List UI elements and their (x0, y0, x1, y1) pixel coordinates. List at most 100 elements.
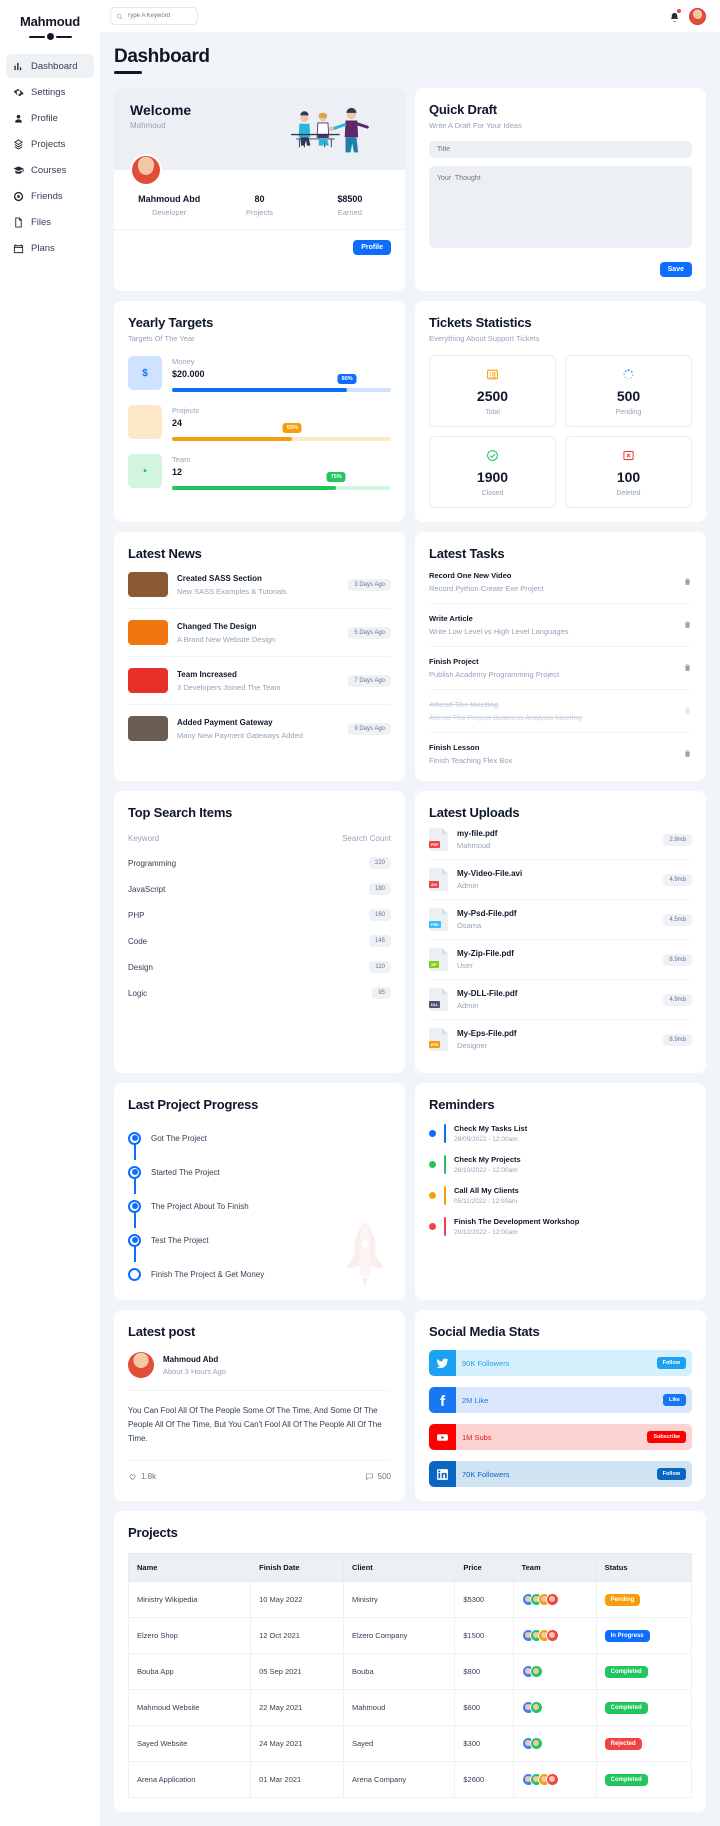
task-item[interactable]: Finish Project Publish Academy Programmin… (429, 647, 692, 690)
social-media-card: Social Media Stats 90K Followers Follow 2M… (415, 1310, 706, 1501)
twitter-icon (429, 1350, 456, 1376)
dashboard-grid: Welcome Mahmoud Mahmoud Abd Developer 80… (100, 74, 720, 1826)
topbar (100, 0, 720, 32)
task-item[interactable]: Attend The Meeting Attend The Project Bus… (429, 690, 692, 733)
news-title: Changed The Design (177, 621, 257, 631)
search-item-row: Design 110 (128, 961, 391, 973)
save-button[interactable]: Save (659, 262, 692, 277)
step-connector (134, 1178, 136, 1194)
target-row: Projects 24 55% (128, 405, 391, 441)
step-dot (128, 1233, 141, 1247)
step-dot (128, 1267, 141, 1281)
sidebar-item-courses[interactable]: Courses (6, 158, 94, 182)
status-badge: Completed (604, 1701, 648, 1714)
welcome-header: Welcome Mahmoud (114, 88, 405, 186)
brand-divider (6, 33, 94, 40)
profile-button[interactable]: Profile (353, 240, 391, 255)
bell-icon[interactable] (669, 8, 681, 23)
task-item[interactable]: Record One New Video Record Python Create… (429, 561, 692, 604)
latest-news-card: Latest News Created SASS Section New SASS… (114, 532, 405, 781)
search-input[interactable] (127, 13, 197, 19)
task-title: Attend The Meeting (429, 700, 499, 709)
news-item[interactable]: Created SASS Section New SASS Examples & … (128, 561, 391, 609)
social-action-button[interactable]: Follow (656, 1357, 686, 1369)
reminder-bar (444, 1186, 446, 1205)
project-team-cell (512, 1689, 597, 1726)
search-item-row: Programming 220 (128, 857, 391, 869)
avatar[interactable] (689, 7, 706, 25)
delete-task-icon[interactable] (683, 573, 692, 591)
post-comments[interactable]: 500 (365, 1472, 391, 1481)
news-title: Added Payment Gateway (177, 717, 273, 727)
sidebar-item-dashboard[interactable]: Dashboard (6, 54, 94, 78)
news-item[interactable]: Added Payment Gateway Many New Payment Ga… (128, 705, 391, 743)
social-action-button[interactable]: Follow (656, 1468, 686, 1480)
target-label: Projects (172, 406, 200, 415)
task-item[interactable]: Write Article Write Low Level vs High Lev… (429, 604, 692, 647)
sidebar-item-profile[interactable]: Profile (6, 106, 94, 130)
delete-task-icon[interactable] (683, 659, 692, 677)
news-time: 9 Days Ago (348, 722, 391, 735)
upload-item[interactable]: AVI My-Video-File.avi Admin 4.9mb (429, 860, 692, 900)
project-price: $800 (454, 1653, 514, 1690)
page-title: Dashboard (114, 46, 210, 67)
dashboard-app: Mahmoud Dashboard Settings Profile Projects… (0, 0, 720, 1826)
search-box[interactable] (110, 7, 198, 25)
file-type-tag: AVI (429, 881, 439, 888)
post-author-name: Mahmoud Abd (163, 1354, 219, 1364)
draft-body-textarea[interactable] (429, 166, 692, 248)
projects-table-body: Ministry Wikipedia 10 May 2022 Ministry $53… (127, 1581, 693, 1798)
delete-task-icon[interactable] (683, 745, 692, 763)
project-client: Ministry (342, 1581, 456, 1618)
reminder-bar (444, 1155, 446, 1174)
delete-task-icon[interactable] (683, 616, 692, 634)
task-subtitle: Publish Academy Programming Project (429, 670, 560, 679)
sidebar-item-friends[interactable]: Friends (6, 184, 94, 208)
tickets-grid: 2500 Total 500 Pending 1900 Closed 100 Deleted (429, 355, 692, 508)
upload-item[interactable]: DLL My-DLL-File.pdf Admin 4.9mb (429, 980, 692, 1020)
table-header-row: Name Finish Date Client Price Team Status (127, 1553, 693, 1582)
ticket-value: 1900 (476, 469, 509, 485)
page-header: Dashboard (100, 32, 720, 74)
welcome-stat: $8500 Earned (305, 194, 395, 217)
search-keyword: JavaScript (128, 884, 166, 894)
project-team-cell (512, 1653, 597, 1690)
project-price: $1500 (454, 1617, 514, 1654)
delete-task-icon[interactable] (683, 702, 692, 720)
post-likes[interactable]: 1.8k (128, 1472, 156, 1481)
project-name: Mahmoud Website (127, 1689, 252, 1726)
search-item-row: Code 145 (128, 935, 391, 947)
news-item[interactable]: Team Increased 3 Developers Joined The Te… (128, 657, 391, 705)
reminder-item: Call All My Clients 05/11/2022 - 12:00am (429, 1186, 692, 1205)
sidebar-item-label: Courses (31, 164, 67, 176)
sidebar-item-files[interactable]: Files (6, 210, 94, 234)
welcome-stat: Mahmoud Abd Developer (124, 194, 214, 217)
upload-item[interactable]: EPS My-Eps-File.pdf Designer 8.9mb (429, 1020, 692, 1059)
project-client: Sayed (342, 1725, 456, 1762)
sidebar-item-settings[interactable]: Settings (6, 80, 94, 104)
sidebar-item-plans[interactable]: Plans (6, 236, 94, 260)
step-connector (134, 1212, 136, 1228)
upload-size: 4.9mb (663, 993, 692, 1006)
list-icon (436, 367, 549, 382)
table-column-header: Finish Date (250, 1553, 344, 1582)
reminders-list: Check My Tasks List 28/09/2022 - 12:00am C… (429, 1124, 692, 1236)
upload-item[interactable]: PSD My-Psd-File.pdf Osama 4.5mb (429, 900, 692, 940)
reminder-title: Call All My Clients (454, 1186, 519, 1195)
sidebar-item-label: Dashboard (31, 60, 78, 72)
upload-item[interactable]: ZIP My-Zip-File.pdf User 8.9mb (429, 940, 692, 980)
step-label: Started The Project (151, 1167, 220, 1177)
sidebar-item-projects[interactable]: Projects (6, 132, 94, 156)
tickets-statistics-card: Tickets Statistics Everything About Supp… (415, 301, 706, 522)
task-item[interactable]: Finish Lesson Finish Teaching Flex Box (429, 733, 692, 767)
social-action-button[interactable]: Subscribe (647, 1431, 686, 1443)
draft-title-input[interactable] (429, 141, 692, 158)
news-item[interactable]: Changed The Design A Brand New Website De… (128, 609, 391, 657)
target-progress-bar: 80% (172, 374, 391, 392)
social-media-title: Social Media Stats (429, 1324, 540, 1339)
table-row: Bouba App 05 Sep 2021 Bouba $800 Completed (127, 1653, 693, 1690)
news-time: 5 Days Ago (348, 626, 391, 639)
post-timestamp: About 3 Hours Ago (163, 1366, 226, 1376)
social-action-button[interactable]: Like (662, 1394, 686, 1406)
upload-item[interactable]: PDF my-file.pdf Mahmoud 2.9mb (429, 820, 692, 860)
